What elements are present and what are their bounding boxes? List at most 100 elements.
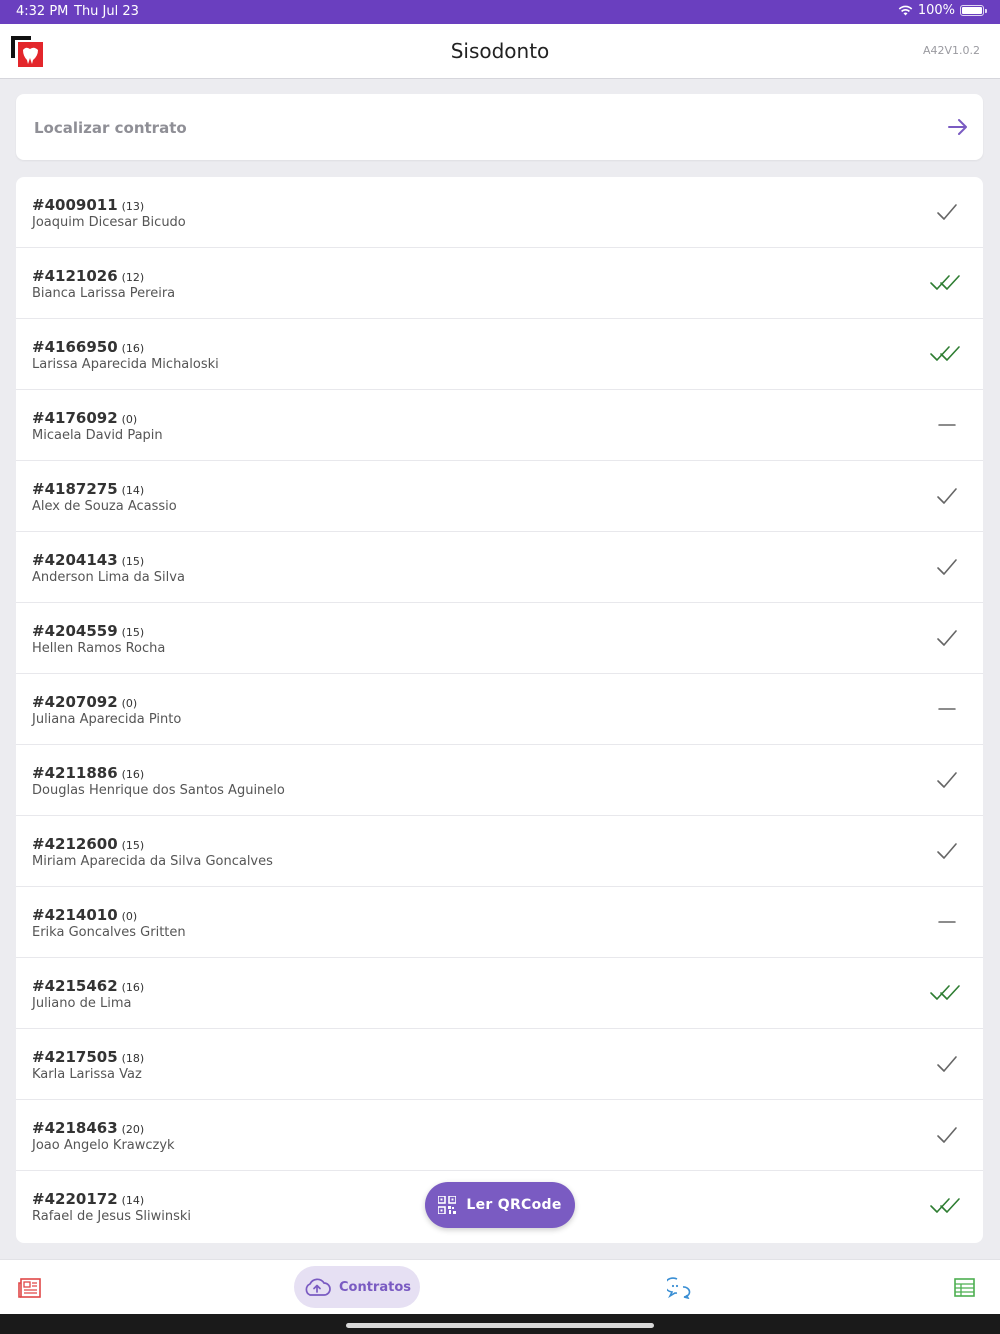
contract-header: #4212600 (15) [32,835,144,853]
qrcode-icon [438,1196,457,1214]
contract-number: #4121026 [32,267,118,285]
contract-row[interactable]: #4212600 (15) Miriam Aparecida da Silva Go… [16,816,983,887]
contract-row[interactable]: #4187275 (14) Alex de Souza Acassio [16,461,983,532]
contract-row[interactable]: #4217505 (18) Karla Larissa Vaz [16,1029,983,1100]
wifi-icon [898,5,913,16]
contract-list: #4009011 (13) Joaquim Dicesar Bicudo #41210… [16,177,983,1243]
contract-row[interactable]: #4176092 (0) Micaela David Papin [16,390,983,461]
check-icon [933,839,961,863]
contract-row[interactable]: #4218463 (20) Joao Angelo Krawczyk [16,1100,983,1171]
double-check-icon [929,981,965,1005]
contract-holder-name: Miriam Aparecida da Silva Goncalves [32,854,273,869]
tab-news[interactable] [18,1278,41,1302]
contract-holder-name: Larissa Aparecida Michaloski [32,357,219,372]
check-icon [933,1123,961,1147]
contract-number: #4217505 [32,1048,118,1066]
contract-holder-name: Rafael de Jesus Sliwinski [32,1209,192,1224]
page-title: Sisodonto [450,39,550,63]
cloud-upload-icon [305,1278,331,1296]
contract-holder-name: Juliano de Lima [32,996,132,1011]
contract-count: (15) [121,626,145,639]
contract-row[interactable]: #4166950 (16) Larissa Aparecida Michaloski [16,319,983,390]
battery-icon [960,5,987,16]
contract-number: #4204559 [32,622,118,640]
contract-count: (0) [121,910,138,923]
check-icon [933,484,961,508]
contract-header: #4211886 (16) [32,764,144,782]
contract-number: #4176092 [32,409,118,427]
contract-number: #4207092 [32,693,118,711]
contract-holder-name: Douglas Henrique dos Santos Aguinelo [32,783,285,798]
tab-contratos-label: Contratos [338,1279,411,1295]
contract-holder-name: Anderson Lima da Silva [32,570,185,585]
contract-header: #4176092 (0) [32,409,137,427]
contract-count: (12) [121,271,145,284]
read-qrcode-button[interactable]: Ler QRCode [425,1182,575,1228]
contract-count: (16) [121,342,145,355]
contract-header: #4214010 (0) [32,906,137,924]
contract-count: (15) [121,555,145,568]
contract-row[interactable]: #4009011 (13) Joaquim Dicesar Bicudo [16,177,983,248]
arrow-right-icon[interactable] [947,116,969,138]
contract-number: #4212600 [32,835,118,853]
app-header: Sisodonto A42V1.0.2 [0,24,1000,79]
contract-header: #4204559 (15) [32,622,144,640]
contract-count: (0) [121,697,138,710]
home-indicator[interactable] [346,1323,654,1328]
contract-row[interactable]: #4121026 (12) Bianca Larissa Pereira [16,248,983,319]
contract-count: (13) [121,200,145,213]
status-indicators: 100% [898,3,987,18]
dash-icon [933,413,961,437]
tab-table[interactable] [954,1278,975,1301]
search-card [16,94,983,162]
check-icon [933,200,961,224]
tab-chat[interactable] [664,1277,691,1303]
home-indicator-area [0,1314,1000,1334]
contract-row[interactable]: #4211886 (16) Douglas Henrique dos Santos … [16,745,983,816]
contract-holder-name: Erika Goncalves Gritten [32,925,186,940]
contract-row[interactable]: #4214010 (0) Erika Goncalves Gritten [16,887,983,958]
search-input[interactable] [32,94,916,162]
contract-holder-name: Micaela David Papin [32,428,163,443]
check-icon [933,555,961,579]
contract-count: (20) [121,1123,145,1136]
bottom-tab-bar: Contratos [0,1259,1000,1315]
newspaper-icon [18,1278,41,1298]
contract-row[interactable]: #4215462 (16) Juliano de Lima [16,958,983,1029]
battery-percent: 100% [917,3,955,18]
contract-header: #4215462 (16) [32,977,144,995]
contract-header: #4207092 (0) [32,693,137,711]
contract-row[interactable]: #4204143 (15) Anderson Lima da Silva [16,532,983,603]
contract-number: #4211886 [32,764,118,782]
check-icon [933,1052,961,1076]
double-check-icon [929,1194,965,1218]
table-icon [954,1278,975,1297]
contract-number: #4220172 [32,1190,118,1208]
chat-icon [664,1277,691,1300]
contract-count: (18) [121,1052,145,1065]
double-check-icon [929,271,965,295]
contract-header: #4009011 (13) [32,196,144,214]
contract-count: (15) [121,839,145,852]
contract-header: #4166950 (16) [32,338,144,356]
dash-icon [933,697,961,721]
contract-count: (16) [121,981,145,994]
contract-header: #4187275 (14) [32,480,144,498]
contract-row[interactable]: #4204559 (15) Hellen Ramos Rocha [16,603,983,674]
qrcode-button-label: Ler QRCode [466,1197,562,1213]
contract-header: #4218463 (20) [32,1119,144,1137]
check-icon [933,768,961,792]
contract-number: #4204143 [32,551,118,569]
contract-row[interactable]: #4207092 (0) Juliana Aparecida Pinto [16,674,983,745]
tab-contratos[interactable]: Contratos [294,1266,420,1308]
contract-header: #4220172 (14) [32,1190,144,1208]
contract-number: #4187275 [32,480,118,498]
status-bar: 4:32 PM Thu Jul 23 100% [0,0,1000,24]
contract-header: #4204143 (15) [32,551,144,569]
contract-count: (14) [121,1194,145,1207]
contract-header: #4217505 (18) [32,1048,144,1066]
contract-holder-name: Joaquim Dicesar Bicudo [32,215,186,230]
app-version: A42V1.0.2 [922,44,980,57]
contract-count: (14) [121,484,145,497]
contract-holder-name: Karla Larissa Vaz [32,1067,142,1082]
